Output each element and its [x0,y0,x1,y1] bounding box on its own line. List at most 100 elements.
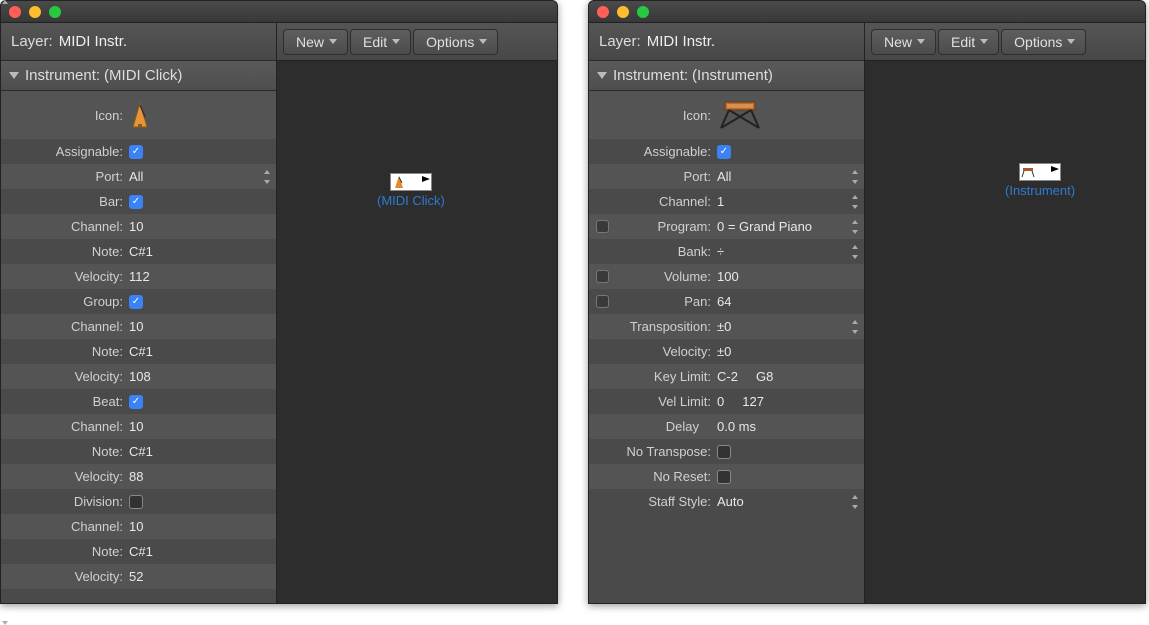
maximize-icon[interactable] [49,6,61,18]
param-value[interactable]: ✓ [129,195,276,209]
param-value[interactable]: C#1 [129,444,276,459]
environment-canvas[interactable]: New Edit Options [865,23,1145,603]
select-value[interactable]: 1 [717,194,724,209]
disclosure-triangle-icon[interactable] [9,72,19,79]
dropdown-arrows-icon[interactable] [850,320,860,334]
text-value[interactable]: C#1 [129,244,153,259]
param-value[interactable]: 0 = Grand Piano [717,219,864,234]
edit-button[interactable]: Edit [938,29,999,55]
checkbox[interactable]: ✓ [129,395,143,409]
param-value[interactable]: 100 [717,269,864,284]
disclosure-triangle-icon[interactable] [597,72,607,79]
param-value[interactable]: C-2G8 [717,369,864,384]
close-icon[interactable] [597,6,609,18]
checkbox[interactable] [717,470,731,484]
param-value[interactable]: 0.0 ms [717,419,864,434]
param-value[interactable]: 10 [129,219,276,234]
select-value[interactable]: 0.0 ms [717,419,756,434]
param-value[interactable] [717,470,864,484]
instrument-section-header[interactable]: Instrument: (Instrument) [589,61,864,91]
metronome-icon[interactable] [129,101,151,129]
param-value[interactable] [717,98,864,132]
checkbox[interactable]: ✓ [129,145,143,159]
param-value[interactable]: 52 [129,569,276,584]
range-value[interactable]: C-2G8 [717,369,773,384]
range-value[interactable]: 0127 [717,394,764,409]
dropdown-arrows-icon[interactable] [850,220,860,234]
param-value[interactable]: 0127 [717,394,864,409]
param-value[interactable]: All [129,169,276,184]
row-enable-checkbox[interactable] [596,220,609,233]
row-enable-checkbox[interactable] [596,295,609,308]
select-value[interactable]: Auto [717,494,744,509]
checkbox[interactable]: ✓ [129,195,143,209]
text-value[interactable]: 52 [129,569,143,584]
row-enable-checkbox[interactable] [596,270,609,283]
new-button[interactable]: New [871,29,936,55]
text-value[interactable]: 64 [717,294,731,309]
close-icon[interactable] [9,6,21,18]
maximize-icon[interactable] [637,6,649,18]
text-value[interactable]: 10 [129,519,143,534]
param-value[interactable]: C#1 [129,344,276,359]
text-value[interactable]: 112 [129,269,150,284]
instrument-node[interactable]: (Instrument) [1005,163,1075,198]
text-value[interactable]: 10 [129,219,143,234]
text-value[interactable]: C#1 [129,544,153,559]
param-value[interactable]: 10 [129,419,276,434]
text-value[interactable]: 108 [129,369,151,384]
environment-canvas[interactable]: New Edit Options [277,23,557,603]
dropdown-arrows-icon[interactable] [850,245,860,259]
titlebar[interactable] [589,1,1145,23]
param-value[interactable]: ÷ [717,244,864,259]
select-value[interactable]: ÷ [717,244,724,259]
param-value[interactable]: ±0 [717,319,864,334]
text-value[interactable]: ±0 [717,344,731,359]
text-value[interactable]: 10 [129,419,143,434]
param-value[interactable]: 64 [717,294,864,309]
select-value[interactable]: ±0 [717,319,731,334]
param-value[interactable] [129,495,276,509]
param-value[interactable] [129,101,276,129]
minimize-icon[interactable] [29,6,41,18]
checkbox[interactable]: ✓ [717,145,731,159]
param-value[interactable]: 108 [129,369,276,384]
midi-click-node[interactable]: (MIDI Click) [377,173,445,208]
dropdown-arrows-icon[interactable] [703,420,711,434]
param-value[interactable]: All [717,169,864,184]
param-value[interactable]: C#1 [129,244,276,259]
dropdown-arrows-icon[interactable] [850,495,860,509]
param-value[interactable]: C#1 [129,544,276,559]
param-value[interactable]: Auto [717,494,864,509]
checkbox[interactable] [129,495,143,509]
edit-button[interactable]: Edit [350,29,411,55]
param-value[interactable] [717,445,864,459]
layer-selector[interactable]: Layer: MIDI Instr. [1,23,276,61]
select-value[interactable]: 0 = Grand Piano [717,219,812,234]
minimize-icon[interactable] [617,6,629,18]
param-value[interactable]: 112 [129,269,276,284]
new-button[interactable]: New [283,29,348,55]
param-value[interactable]: ✓ [129,395,276,409]
param-value[interactable]: 10 [129,519,276,534]
text-value[interactable]: C#1 [129,444,153,459]
select-value[interactable]: All [129,169,143,184]
checkbox[interactable]: ✓ [129,295,143,309]
layer-selector[interactable]: Layer: MIDI Instr. [589,23,864,61]
text-value[interactable]: 88 [129,469,143,484]
dropdown-arrows-icon[interactable] [850,170,860,184]
select-value[interactable]: All [717,169,731,184]
text-value[interactable]: C#1 [129,344,153,359]
param-value[interactable]: ✓ [717,145,864,159]
dropdown-arrows-icon[interactable] [262,170,272,184]
param-value[interactable]: ✓ [129,295,276,309]
options-button[interactable]: Options [413,29,498,55]
titlebar[interactable] [1,1,557,23]
text-value[interactable]: 100 [717,269,739,284]
options-button[interactable]: Options [1001,29,1086,55]
checkbox[interactable] [717,445,731,459]
param-value[interactable]: 10 [129,319,276,334]
text-value[interactable]: 10 [129,319,143,334]
dropdown-arrows-icon[interactable] [850,195,860,209]
param-value[interactable]: ±0 [717,344,864,359]
